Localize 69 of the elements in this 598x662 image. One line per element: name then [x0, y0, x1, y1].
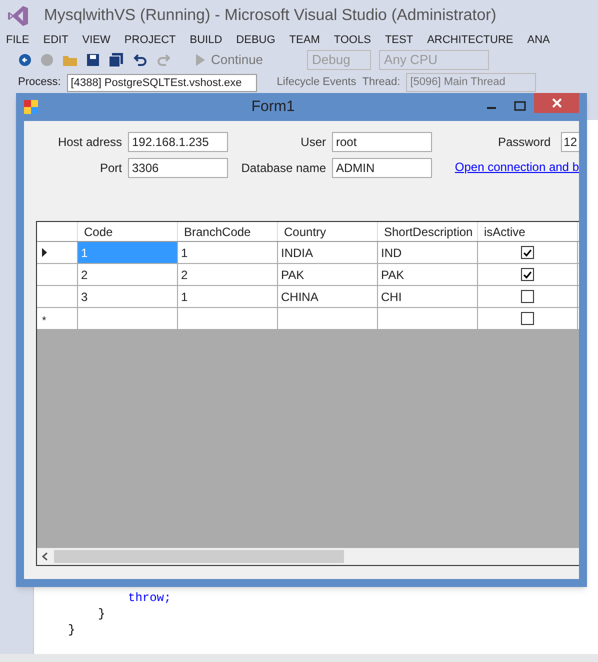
- menu-item[interactable]: TEAM: [289, 32, 320, 48]
- field-label: Database name: [241, 160, 326, 177]
- checkbox[interactable]: [521, 290, 534, 303]
- lifecycle-events-button[interactable]: Lifecycle Events: [276, 74, 356, 91]
- thread-label: Thread:: [362, 75, 400, 90]
- table-row[interactable]: 1 1 INDIA IND: [37, 242, 579, 264]
- menu-item[interactable]: TOOLS: [334, 32, 371, 48]
- logo-icon: [6, 4, 30, 28]
- table-cell[interactable]: 1: [178, 286, 278, 307]
- column-header[interactable]: isActive: [478, 222, 578, 241]
- table-row[interactable]: 3 1 CHINA CHI: [37, 286, 579, 308]
- checkbox[interactable]: [521, 268, 534, 281]
- horizontal-scrollbar[interactable]: [37, 548, 579, 565]
- column-header[interactable]: ShortDescription: [378, 222, 478, 241]
- text-field[interactable]: ADMIN: [332, 158, 432, 178]
- table-cell[interactable]: IND: [378, 242, 478, 263]
- checkbox[interactable]: [521, 246, 534, 259]
- text-field[interactable]: 3306: [128, 158, 228, 178]
- code-line: }: [67, 622, 76, 638]
- table-cell[interactable]: INDIA: [278, 242, 378, 263]
- column-header[interactable]: Country: [278, 222, 378, 241]
- back-icon[interactable]: [18, 53, 32, 67]
- table-cell[interactable]: PAK: [378, 264, 478, 285]
- table-cell[interactable]: CHI: [378, 286, 478, 307]
- code-line: throw;: [127, 590, 172, 606]
- menu-item[interactable]: ANA: [527, 32, 550, 48]
- table-cell[interactable]: 1: [178, 242, 278, 263]
- save-all-icon[interactable]: [108, 53, 124, 67]
- table-cell[interactable]: CHINA: [278, 286, 378, 307]
- table-row[interactable]: 2 2 PAK PAK: [37, 264, 579, 286]
- menu-item[interactable]: VIEW: [82, 32, 110, 48]
- open-connection-link[interactable]: Open connection and b: [454, 158, 579, 176]
- table-cell[interactable]: 2: [78, 264, 178, 285]
- close-button[interactable]: [534, 93, 579, 113]
- play-icon: [196, 54, 205, 66]
- table-row[interactable]: *: [37, 308, 579, 330]
- table-cell[interactable]: PAK: [278, 264, 378, 285]
- field-label: Host adress: [58, 134, 122, 151]
- menu-item[interactable]: BUILD: [190, 32, 222, 48]
- menu-item[interactable]: ARCHITECTURE: [427, 32, 514, 48]
- menu-item[interactable]: TEST: [384, 32, 414, 48]
- process-dropdown[interactable]: [4388] PostgreSQLTEst.vshost.exe: [66, 74, 257, 92]
- menu-item[interactable]: PROJECT: [124, 32, 176, 48]
- menu-item[interactable]: DEBUG: [236, 32, 276, 48]
- text-field[interactable]: 192.168.1.235: [128, 132, 228, 152]
- text-field[interactable]: root: [332, 132, 432, 152]
- checkmark-icon: [523, 270, 532, 278]
- table-cell[interactable]: 2: [178, 264, 278, 285]
- checkbox[interactable]: [521, 312, 534, 325]
- scrollbar-thumb[interactable]: [54, 550, 344, 563]
- close-icon: [552, 98, 562, 108]
- checkmark-icon: [523, 248, 532, 256]
- window-title: MysqlwithVS (Running) - Microsoft Visual Studio (Administrator): [44, 6, 496, 26]
- password-field[interactable]: 12: [560, 132, 579, 152]
- process-label: Process:: [18, 75, 61, 90]
- table-cell[interactable]: 3: [78, 286, 178, 307]
- field-label: Password: [498, 134, 551, 151]
- column-header[interactable]: BranchCode: [178, 222, 278, 241]
- undo-icon[interactable]: [132, 53, 148, 67]
- app-icon: [24, 100, 38, 114]
- field-label: User: [300, 134, 326, 151]
- field-label: Port: [100, 160, 122, 177]
- save-icon[interactable]: [86, 53, 100, 67]
- new-row-marker: *: [42, 314, 46, 330]
- form-title: Form1: [250, 96, 296, 117]
- code-line: }: [97, 606, 106, 622]
- column-header[interactable]: Code: [78, 222, 178, 241]
- menu-item[interactable]: EDIT: [43, 32, 68, 48]
- menu-item[interactable]: FILE: [6, 32, 30, 48]
